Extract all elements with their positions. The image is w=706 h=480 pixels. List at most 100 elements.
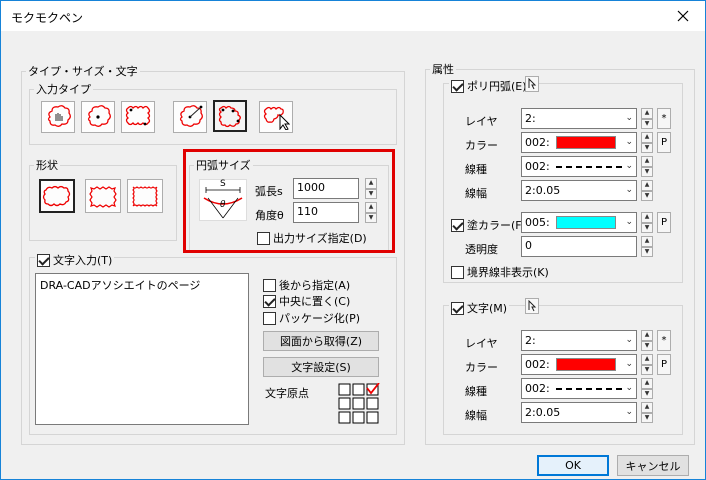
close-icon	[677, 10, 689, 22]
place-later-checkbox[interactable]: 後から指定(A)	[263, 277, 350, 293]
text-layer-label: レイヤ	[465, 337, 498, 350]
tool-radius-cloud-button[interactable]	[173, 101, 207, 133]
fill-color-spinner[interactable]: ▲ ▼	[641, 212, 653, 233]
pen-pick-icon	[528, 78, 537, 90]
opacity-label: 透明度	[465, 243, 498, 256]
text-linewidth-value: 2:0.05	[525, 406, 561, 419]
polyarc-layer-label: レイヤ	[465, 115, 498, 128]
polyarc-color-value: 002:	[525, 136, 550, 149]
package-checkbox[interactable]: パッケージ化(P)	[263, 310, 360, 326]
polyarc-layer-select[interactable]: 2: ⌄	[521, 108, 637, 129]
text-input-area[interactable]: DRA-CADアソシエイトのページ	[35, 273, 249, 425]
tool-rectangle-cloud-button[interactable]	[121, 101, 155, 133]
polyarc-pick-button[interactable]	[525, 76, 539, 92]
text-color-value: 002:	[525, 358, 550, 371]
polyarc-linetype-spinner[interactable]: ▲ ▼	[641, 156, 653, 177]
hide-border-check-box[interactable]	[451, 265, 464, 279]
text-layer-value: 2:	[525, 334, 536, 347]
rectangle-cloud-icon	[125, 105, 151, 126]
hand-cloud-icon	[47, 105, 71, 127]
text-attr-check-box[interactable]	[451, 301, 464, 315]
cancel-button[interactable]: キャンセル	[617, 455, 689, 476]
polyarc-color-p-button[interactable]: P	[657, 132, 671, 153]
text-linetype-select[interactable]: 002: ⌄	[521, 378, 637, 399]
fill-color-p-button[interactable]: P	[657, 212, 671, 233]
polyarc-linewidth-value: 2:0.05	[525, 184, 561, 197]
hide-border-label: 境界線非表示(K)	[467, 266, 549, 279]
text-attr-pick-button[interactable]	[525, 298, 539, 314]
text-linewidth-select[interactable]: 2:0.05 ⌄	[521, 402, 637, 423]
text-color-label: カラー	[465, 361, 498, 374]
chevron-down-icon: ⌄	[625, 335, 633, 345]
polyarc-color-spinner[interactable]: ▲ ▼	[641, 132, 653, 153]
window-title: モクモクペン	[11, 11, 84, 25]
center-place-check-box[interactable]	[263, 294, 276, 308]
text-settings-button[interactable]: 文字設定(S)	[263, 357, 379, 377]
polyarc-linewidth-spinner[interactable]: ▲ ▼	[641, 180, 653, 201]
text-linetype-spinner[interactable]: ▲ ▼	[641, 378, 653, 399]
text-input-label: 文字入力(T)	[53, 254, 113, 267]
polyarc-linetype-select[interactable]: 002: ⌄	[521, 156, 637, 177]
text-layer-spinner[interactable]: ▲ ▼	[641, 330, 653, 351]
polyarc-color-swatch	[555, 136, 616, 149]
close-button[interactable]	[661, 1, 705, 31]
text-origin-grid[interactable]	[338, 382, 380, 425]
chevron-down-icon: ⌄	[625, 161, 633, 171]
text-color-spinner[interactable]: ▲ ▼	[641, 354, 653, 375]
tool-cursor-cloud-button[interactable]	[259, 101, 293, 133]
chevron-down-icon: ⌄	[625, 137, 633, 147]
text-layer-select[interactable]: 2: ⌄	[521, 330, 637, 351]
fill-color-check-box[interactable]	[451, 218, 464, 232]
shape-star-button[interactable]	[85, 179, 121, 213]
tool-center-cloud-button[interactable]	[81, 101, 115, 133]
polyarc-label: ポリ円弧(E)	[467, 80, 527, 93]
text-color-p-button[interactable]: P	[657, 354, 671, 375]
center-place-checkbox[interactable]: 中央に置く(C)	[263, 293, 350, 309]
text-input-check-box[interactable]	[37, 253, 50, 267]
package-label: パッケージ化(P)	[279, 312, 360, 325]
polyarc-linewidth-label: 線幅	[465, 187, 487, 200]
polyarc-color-select[interactable]: 002: ⌄	[521, 132, 637, 153]
fill-color-checkbox[interactable]: 塗カラー(F)	[451, 217, 526, 233]
polyarc-checkbox[interactable]: ポリ円弧(E)	[449, 78, 529, 94]
text-layer-star-button[interactable]: *	[657, 330, 671, 351]
shape-rounded-button[interactable]	[39, 179, 75, 213]
tool-polygon-cloud-button[interactable]	[213, 100, 247, 132]
text-input-checkbox[interactable]: 文字入力(T)	[35, 252, 115, 268]
chevron-down-icon: ⌄	[625, 407, 633, 417]
polyarc-layer-spinner[interactable]: ▲ ▼	[641, 108, 653, 129]
pen-pick-icon	[528, 300, 537, 312]
star-cloud-icon	[89, 186, 117, 208]
opacity-spinner[interactable]: ▲ ▼	[641, 236, 653, 257]
chevron-down-icon: ⌄	[625, 185, 633, 195]
center-place-label: 中央に置く(C)	[279, 295, 351, 308]
text-linetype-value: 002:	[525, 382, 550, 395]
zigzag-cloud-icon	[132, 186, 158, 207]
text-origin-grid-icon	[338, 382, 380, 424]
ok-button[interactable]: OK	[537, 455, 609, 476]
polyarc-linewidth-select[interactable]: 2:0.05 ⌄	[521, 180, 637, 201]
text-linewidth-spinner[interactable]: ▲ ▼	[641, 402, 653, 423]
text-linewidth-label: 線幅	[465, 409, 487, 422]
text-color-select[interactable]: 002: ⌄	[521, 354, 637, 375]
polyarc-linetype-value: 002:	[525, 160, 550, 173]
input-type-title: 入力タイプ	[36, 83, 91, 96]
package-check-box[interactable]	[263, 311, 276, 325]
polyarc-check-box[interactable]	[451, 79, 464, 93]
fill-color-swatch	[555, 216, 616, 229]
title-bar: モクモクペン	[1, 1, 705, 31]
text-linetype-preview	[555, 387, 622, 390]
dialog-window: モクモクペン タイプ・サイズ・文字 入力タイプ 形状 円弧サイズ S θ 弧長s…	[0, 0, 706, 480]
polyarc-linetype-preview	[555, 165, 622, 168]
fill-color-select[interactable]: 005: ⌄	[521, 212, 637, 233]
shape-zigzag-button[interactable]	[127, 179, 163, 213]
fill-color-value: 005:	[525, 216, 550, 229]
tool-hand-cloud-button[interactable]	[41, 101, 75, 133]
text-attr-checkbox[interactable]: 文字(M)	[449, 300, 510, 316]
get-from-drawing-button[interactable]: 図面から取得(Z)	[263, 331, 379, 351]
radius-cloud-icon	[179, 105, 203, 127]
polyarc-layer-star-button[interactable]: *	[657, 108, 671, 129]
opacity-input[interactable]: 0	[521, 236, 637, 257]
hide-border-checkbox[interactable]: 境界線非表示(K)	[451, 264, 549, 280]
place-later-check-box[interactable]	[263, 278, 276, 292]
